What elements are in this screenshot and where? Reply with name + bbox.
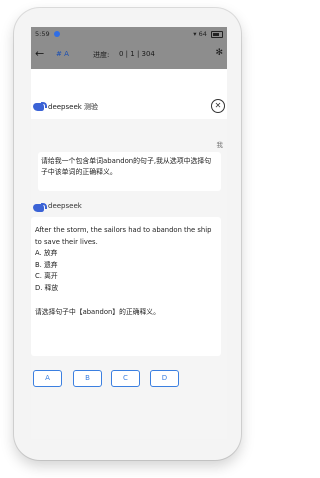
battery-level: 64 [198, 30, 207, 38]
app-screen: 5:59 ▾ 64 ← # A 进度: 0 | 1 | 304 ✻ deepse… [31, 27, 227, 439]
user-label: 我 [216, 141, 224, 149]
gear-icon[interactable]: ✻ [215, 48, 223, 58]
choice-b: B. 遗弃 [35, 260, 58, 269]
option-b-button[interactable]: B [73, 370, 102, 387]
quiz-title: deepseek 测验 [48, 103, 99, 111]
battery-icon [211, 30, 223, 38]
word-tag[interactable]: # A [56, 50, 69, 58]
quiz-sentence: After the storm, the sailors had to aban… [35, 226, 212, 246]
choice-d: D. 释放 [35, 283, 59, 292]
status-right: ▾ 64 [193, 27, 223, 41]
progress-label: 进度: [93, 51, 110, 59]
close-button[interactable]: ✕ [211, 99, 225, 113]
app-notification-icon [54, 31, 60, 37]
user-message-bubble: 请给我一个包含单词abandon的句子,我从选项中选择句子中该单词的正确释义。 [38, 152, 221, 191]
bot-name: deepseek [48, 202, 82, 210]
choice-c: C. 离开 [35, 272, 58, 281]
top-toolbar: ← # A 进度: 0 | 1 | 304 ✻ [31, 41, 227, 69]
progress-value: 0 | 1 | 304 [119, 50, 155, 58]
choice-a: A. 放弃 [35, 249, 58, 258]
quiz-prompt: 请选择句子中【abandon】的正确释义。 [35, 307, 160, 316]
deepseek-logo-icon [33, 102, 47, 111]
wifi-icon: ▾ [193, 30, 197, 38]
option-a-button[interactable]: A [33, 370, 62, 387]
answer-options: A B C D [31, 370, 227, 390]
option-d-button[interactable]: D [150, 370, 179, 387]
bot-message-bubble: After the storm, the sailors had to aban… [31, 217, 221, 356]
option-c-button[interactable]: C [111, 370, 140, 387]
quiz-header: deepseek 测验 ✕ [31, 97, 227, 119]
content-gap [31, 69, 227, 97]
back-arrow-icon[interactable]: ← [35, 48, 44, 60]
status-bar: 5:59 ▾ 64 [31, 27, 227, 41]
deepseek-logo-icon [33, 203, 47, 212]
status-time: 5:59 [35, 30, 50, 38]
